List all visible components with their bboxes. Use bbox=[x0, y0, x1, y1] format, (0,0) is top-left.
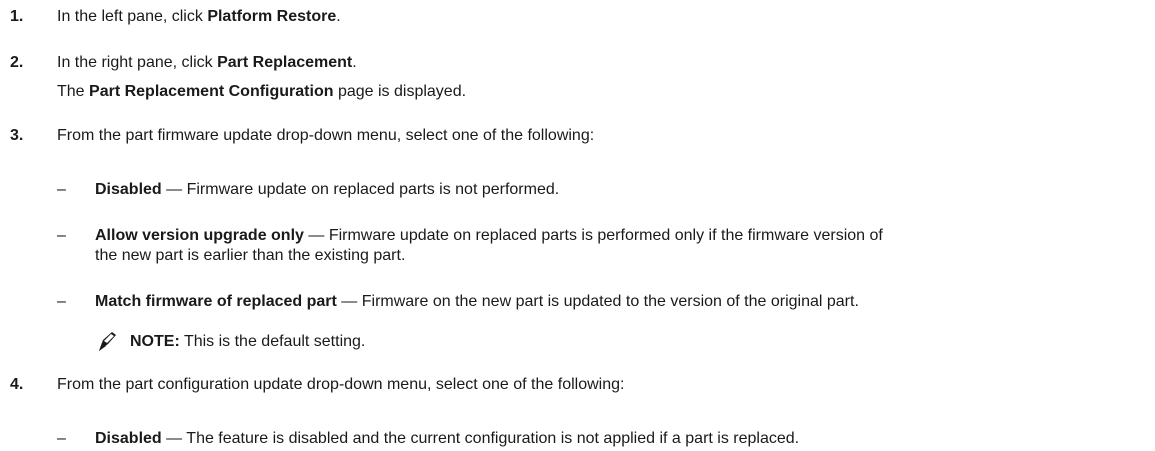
step-result-text: The Part Replacement Configuration page … bbox=[57, 82, 1140, 102]
option-term: Disabled bbox=[95, 430, 162, 447]
note-body: This is the default setting. bbox=[179, 333, 366, 350]
option-item: – Match firmware of replaced part — Firm… bbox=[57, 292, 1147, 312]
option-term: Allow version upgrade only bbox=[95, 227, 304, 244]
step-number: 4. bbox=[10, 376, 24, 393]
ui-term: Part Replacement Configuration bbox=[89, 83, 334, 100]
option-item: – Disabled — The feature is disabled and… bbox=[57, 429, 1147, 449]
option-text: Match firmware of replaced part — Firmwa… bbox=[95, 292, 1147, 312]
note-text: NOTE: This is the default setting. bbox=[130, 332, 365, 352]
ui-term: Part Replacement bbox=[217, 54, 353, 71]
step-text-pre: In the left pane, click bbox=[57, 8, 208, 25]
document-page: 1. In the left pane, click Platform Rest… bbox=[0, 0, 1155, 451]
step-text-post: . bbox=[352, 54, 357, 71]
step-1: 1. In the left pane, click Platform Rest… bbox=[0, 7, 1150, 27]
option-item: – Allow version upgrade only — Firmware … bbox=[57, 226, 1147, 266]
step-text: In the right pane, click Part Replacemen… bbox=[57, 53, 1140, 73]
option-desc-continued: the new part is earlier than the existin… bbox=[95, 247, 406, 264]
option-desc: — The feature is disabled and the curren… bbox=[161, 430, 800, 447]
ui-term: Platform Restore bbox=[207, 8, 337, 25]
option-text: Disabled — Firmware update on replaced p… bbox=[95, 180, 1147, 200]
option-item: – Disabled — Firmware update on replaced… bbox=[57, 180, 1147, 200]
dash-bullet: – bbox=[57, 293, 66, 310]
step-text: From the part configuration update drop-… bbox=[57, 376, 625, 393]
result-text-post: page is displayed. bbox=[333, 83, 467, 100]
note-block: NOTE: This is the default setting. bbox=[95, 330, 1095, 354]
option-term: Disabled bbox=[95, 181, 162, 198]
step-3: 3. From the part firmware update drop-do… bbox=[0, 126, 1150, 146]
step-text-post: . bbox=[336, 8, 341, 25]
dash-bullet: – bbox=[57, 227, 66, 244]
option-desc: — Firmware update on replaced parts is n… bbox=[161, 181, 560, 198]
pencil-note-icon bbox=[95, 330, 119, 354]
step-4: 4. From the part configuration update dr… bbox=[0, 375, 1150, 395]
step-2: 2. In the right pane, click Part Replace… bbox=[0, 53, 1150, 73]
dash-bullet: – bbox=[57, 181, 66, 198]
step-2-result: The Part Replacement Configuration page … bbox=[0, 82, 1150, 102]
step-text: From the part firmware update drop-down … bbox=[57, 127, 595, 144]
dash-bullet: – bbox=[57, 430, 66, 447]
option-desc: — Firmware on the new part is updated to… bbox=[336, 293, 859, 310]
step-text-pre: In the right pane, click bbox=[57, 54, 218, 71]
option-desc: — Firmware update on replaced parts is p… bbox=[303, 227, 883, 244]
option-term: Match firmware of replaced part bbox=[95, 293, 337, 310]
step-number: 3. bbox=[10, 127, 24, 144]
step-number: 2. bbox=[10, 54, 24, 71]
option-text: Allow version upgrade only — Firmware up… bbox=[95, 226, 1147, 246]
step-text: In the left pane, click Platform Restore… bbox=[57, 7, 1140, 27]
note-label: NOTE: bbox=[130, 333, 180, 350]
result-text-pre: The bbox=[57, 83, 90, 100]
option-text: Disabled — The feature is disabled and t… bbox=[95, 429, 1147, 449]
step-number: 1. bbox=[10, 8, 24, 25]
